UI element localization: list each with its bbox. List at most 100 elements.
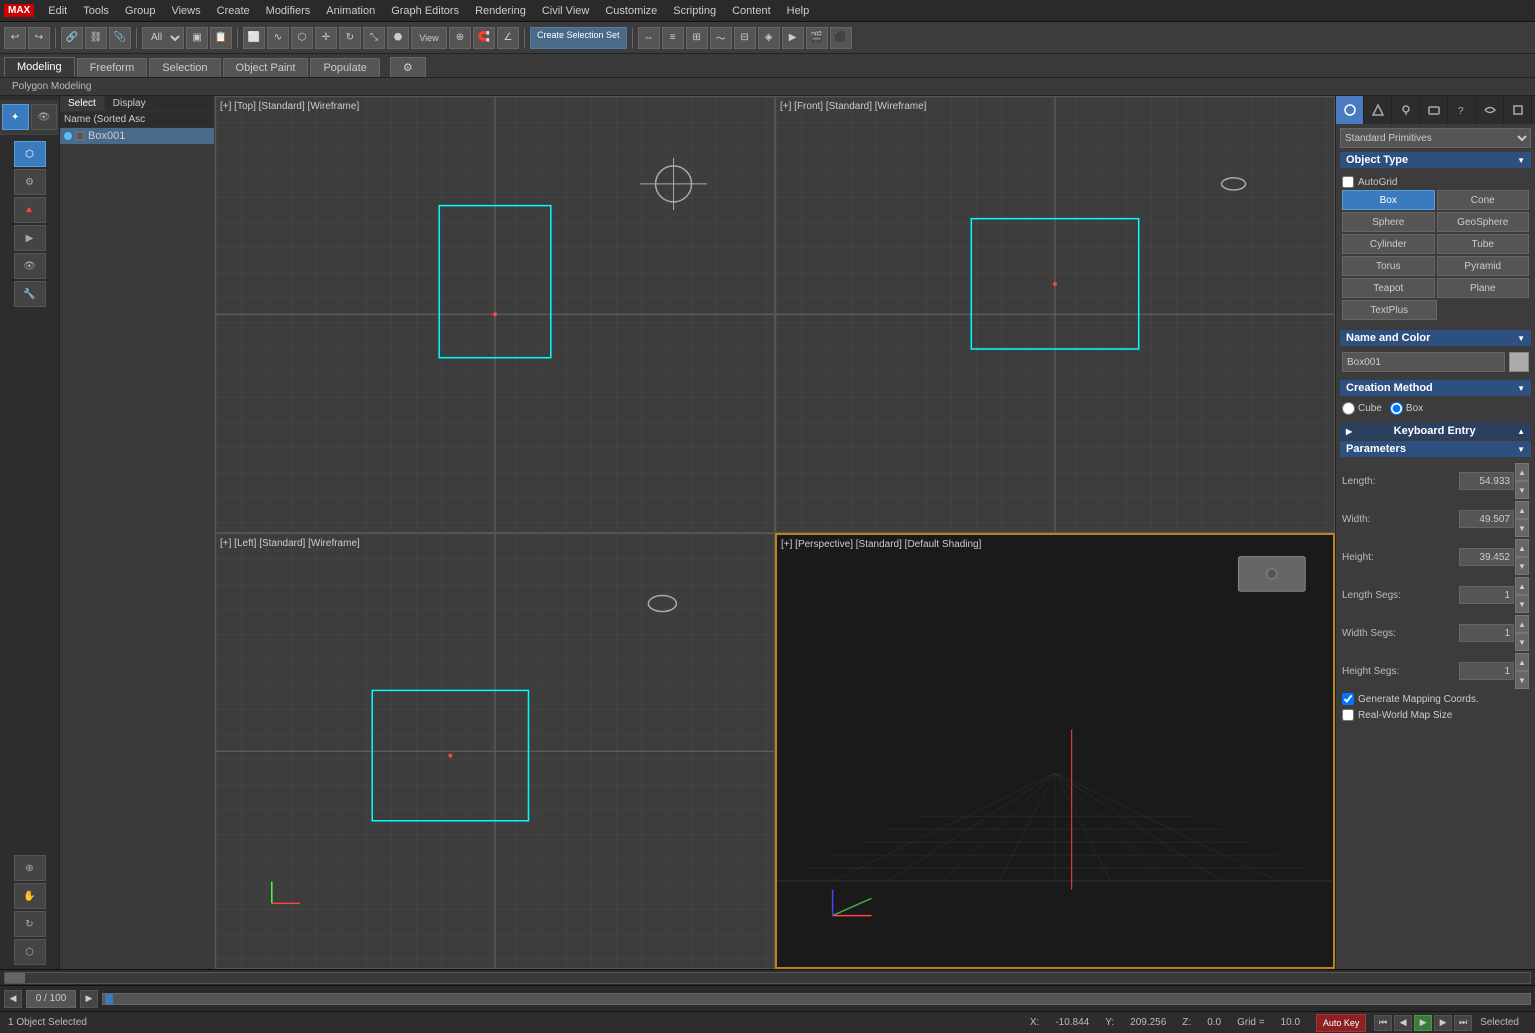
select-scale-btn[interactable]: ⬣ [387, 27, 409, 49]
param-height-up[interactable]: ▲ [1515, 539, 1529, 557]
rp-tab-spacewarps[interactable] [1476, 96, 1504, 124]
select-filter-btn[interactable]: ⬡ [291, 27, 313, 49]
subtab-polygon-modeling[interactable]: Polygon Modeling [4, 80, 100, 93]
param-length-down[interactable]: ▼ [1515, 481, 1529, 499]
obj-btn-geosphere[interactable]: GeoSphere [1437, 212, 1530, 232]
angle-snap-btn[interactable]: ∠ [497, 27, 519, 49]
param-height-down[interactable]: ▼ [1515, 557, 1529, 575]
menu-create[interactable]: Create [209, 3, 258, 19]
undo-button[interactable]: ↩ [4, 27, 26, 49]
real-world-checkbox[interactable] [1342, 709, 1354, 721]
obj-btn-torus[interactable]: Torus [1342, 256, 1435, 276]
menu-civil-view[interactable]: Civil View [534, 3, 597, 19]
object-type-header[interactable]: Object Type ▼ [1340, 152, 1531, 168]
modify-panel-btn[interactable]: ⚙ [14, 169, 46, 195]
param-width-down[interactable]: ▼ [1515, 519, 1529, 537]
tab-modeling[interactable]: Modeling [4, 57, 75, 77]
param-lsegs-up[interactable]: ▲ [1515, 577, 1529, 595]
snap-toggle-btn[interactable]: 🧲 [473, 27, 495, 49]
timeline-prev-btn[interactable]: ◀ [4, 990, 22, 1008]
layer-dropdown[interactable]: All [142, 27, 184, 49]
param-wsegs-up[interactable]: ▲ [1515, 615, 1529, 633]
zoom-btn[interactable]: ⊕ [14, 855, 46, 881]
menu-group[interactable]: Group [117, 3, 164, 19]
redo-button[interactable]: ↪ [28, 27, 50, 49]
param-wsegs-down[interactable]: ▼ [1515, 633, 1529, 651]
render-frame-btn[interactable]: ⬛ [830, 27, 852, 49]
utilities-panel-btn[interactable]: 🔧 [14, 281, 46, 307]
scene-list-item[interactable]: Box001 [60, 128, 214, 144]
menu-animation[interactable]: Animation [318, 3, 383, 19]
rp-tab-systems[interactable] [1504, 96, 1532, 124]
color-swatch[interactable] [1509, 352, 1529, 372]
param-length-segs-input[interactable] [1459, 586, 1514, 604]
create-selection-set-btn[interactable]: Create Selection Set [530, 27, 627, 49]
lasso-select-btn[interactable]: ∿ [267, 27, 289, 49]
render-btn[interactable]: 🎬 [806, 27, 828, 49]
create-panel-btn[interactable]: ⬡ [14, 141, 46, 167]
obj-btn-box[interactable]: Box [1342, 190, 1435, 210]
move-btn[interactable]: ✛ [315, 27, 337, 49]
menu-edit[interactable]: Edit [40, 3, 75, 19]
schematic-btn[interactable]: ⊟ [734, 27, 756, 49]
rp-tab-geometry[interactable] [1336, 96, 1364, 124]
obj-btn-tube[interactable]: Tube [1437, 234, 1530, 254]
scrollbar-thumb[interactable] [5, 973, 25, 983]
parameters-header[interactable]: Parameters ▼ [1340, 441, 1531, 457]
primitive-type-dropdown[interactable]: Standard Primitives [1340, 128, 1531, 148]
select-name-btn[interactable]: 📋 [210, 27, 232, 49]
display-tool-btn[interactable]: 👁 [31, 104, 58, 130]
obj-btn-pyramid[interactable]: Pyramid [1437, 256, 1530, 276]
obj-btn-sphere[interactable]: Sphere [1342, 212, 1435, 232]
curve-editor-btn[interactable]: 〜 [710, 27, 732, 49]
creation-method-header[interactable]: Creation Method ▼ [1340, 380, 1531, 396]
obj-btn-cone[interactable]: Cone [1437, 190, 1530, 210]
obj-btn-teapot[interactable]: Teapot [1342, 278, 1435, 298]
timeline-thumb[interactable] [105, 994, 113, 1004]
tab-selection[interactable]: Selection [149, 58, 220, 77]
param-width-up[interactable]: ▲ [1515, 501, 1529, 519]
rp-tab-lights[interactable] [1392, 96, 1420, 124]
param-height-segs-input[interactable] [1459, 662, 1514, 680]
motion-panel-btn[interactable]: ▶ [14, 225, 46, 251]
rotate-btn[interactable]: ↻ [339, 27, 361, 49]
hierarchy-panel-btn[interactable]: 🔺 [14, 197, 46, 223]
rp-tab-helpers[interactable]: ? [1448, 96, 1476, 124]
rp-tab-shapes[interactable] [1364, 96, 1392, 124]
scene-tab-select[interactable]: Select [60, 96, 105, 111]
pan-btn[interactable]: ✋ [14, 883, 46, 909]
name-color-header[interactable]: Name and Color ▼ [1340, 330, 1531, 346]
rp-tab-cameras[interactable] [1420, 96, 1448, 124]
menu-modifiers[interactable]: Modifiers [258, 3, 319, 19]
orbit-btn[interactable]: ↻ [14, 911, 46, 937]
align-btn[interactable]: ≡ [662, 27, 684, 49]
viewport-perspective[interactable]: [+] [Perspective] [Standard] [Default Sh… [775, 533, 1335, 970]
box-radio-label[interactable]: Box [1390, 402, 1423, 415]
pivot-btn[interactable]: ⊕ [449, 27, 471, 49]
param-hsegs-up[interactable]: ▲ [1515, 653, 1529, 671]
param-lsegs-down[interactable]: ▼ [1515, 595, 1529, 613]
align2-btn[interactable]: ⊞ [686, 27, 708, 49]
generate-mapping-checkbox[interactable] [1342, 693, 1354, 705]
app-logo[interactable]: MAX [4, 4, 34, 17]
material-btn[interactable]: ◈ [758, 27, 780, 49]
link-button[interactable]: 🔗 [61, 27, 83, 49]
obj-btn-plane[interactable]: Plane [1437, 278, 1530, 298]
keyboard-entry-header[interactable]: ▶ Keyboard Entry ▲ [1340, 423, 1531, 439]
auto-key-btn[interactable]: Auto Key [1316, 1014, 1366, 1032]
menu-content[interactable]: Content [724, 3, 779, 19]
tab-extra[interactable]: ⚙ [390, 57, 426, 77]
timeline-next-btn[interactable]: ▶ [80, 990, 98, 1008]
cube-radio-label[interactable]: Cube [1342, 402, 1382, 415]
autogrid-checkbox[interactable] [1342, 176, 1354, 188]
timeline-track[interactable] [102, 993, 1531, 1005]
obj-btn-cylinder[interactable]: Cylinder [1342, 234, 1435, 254]
param-length-up[interactable]: ▲ [1515, 463, 1529, 481]
object-name-input[interactable] [1342, 352, 1505, 372]
menu-help[interactable]: Help [779, 3, 818, 19]
ref-coord-btn[interactable]: View [411, 27, 447, 49]
field-of-view-btn[interactable]: ⬡ [14, 939, 46, 965]
select-tool-btn[interactable]: ✦ [2, 104, 29, 130]
render-setup-btn[interactable]: ▶ [782, 27, 804, 49]
rect-select-btn[interactable]: ⬜ [243, 27, 265, 49]
